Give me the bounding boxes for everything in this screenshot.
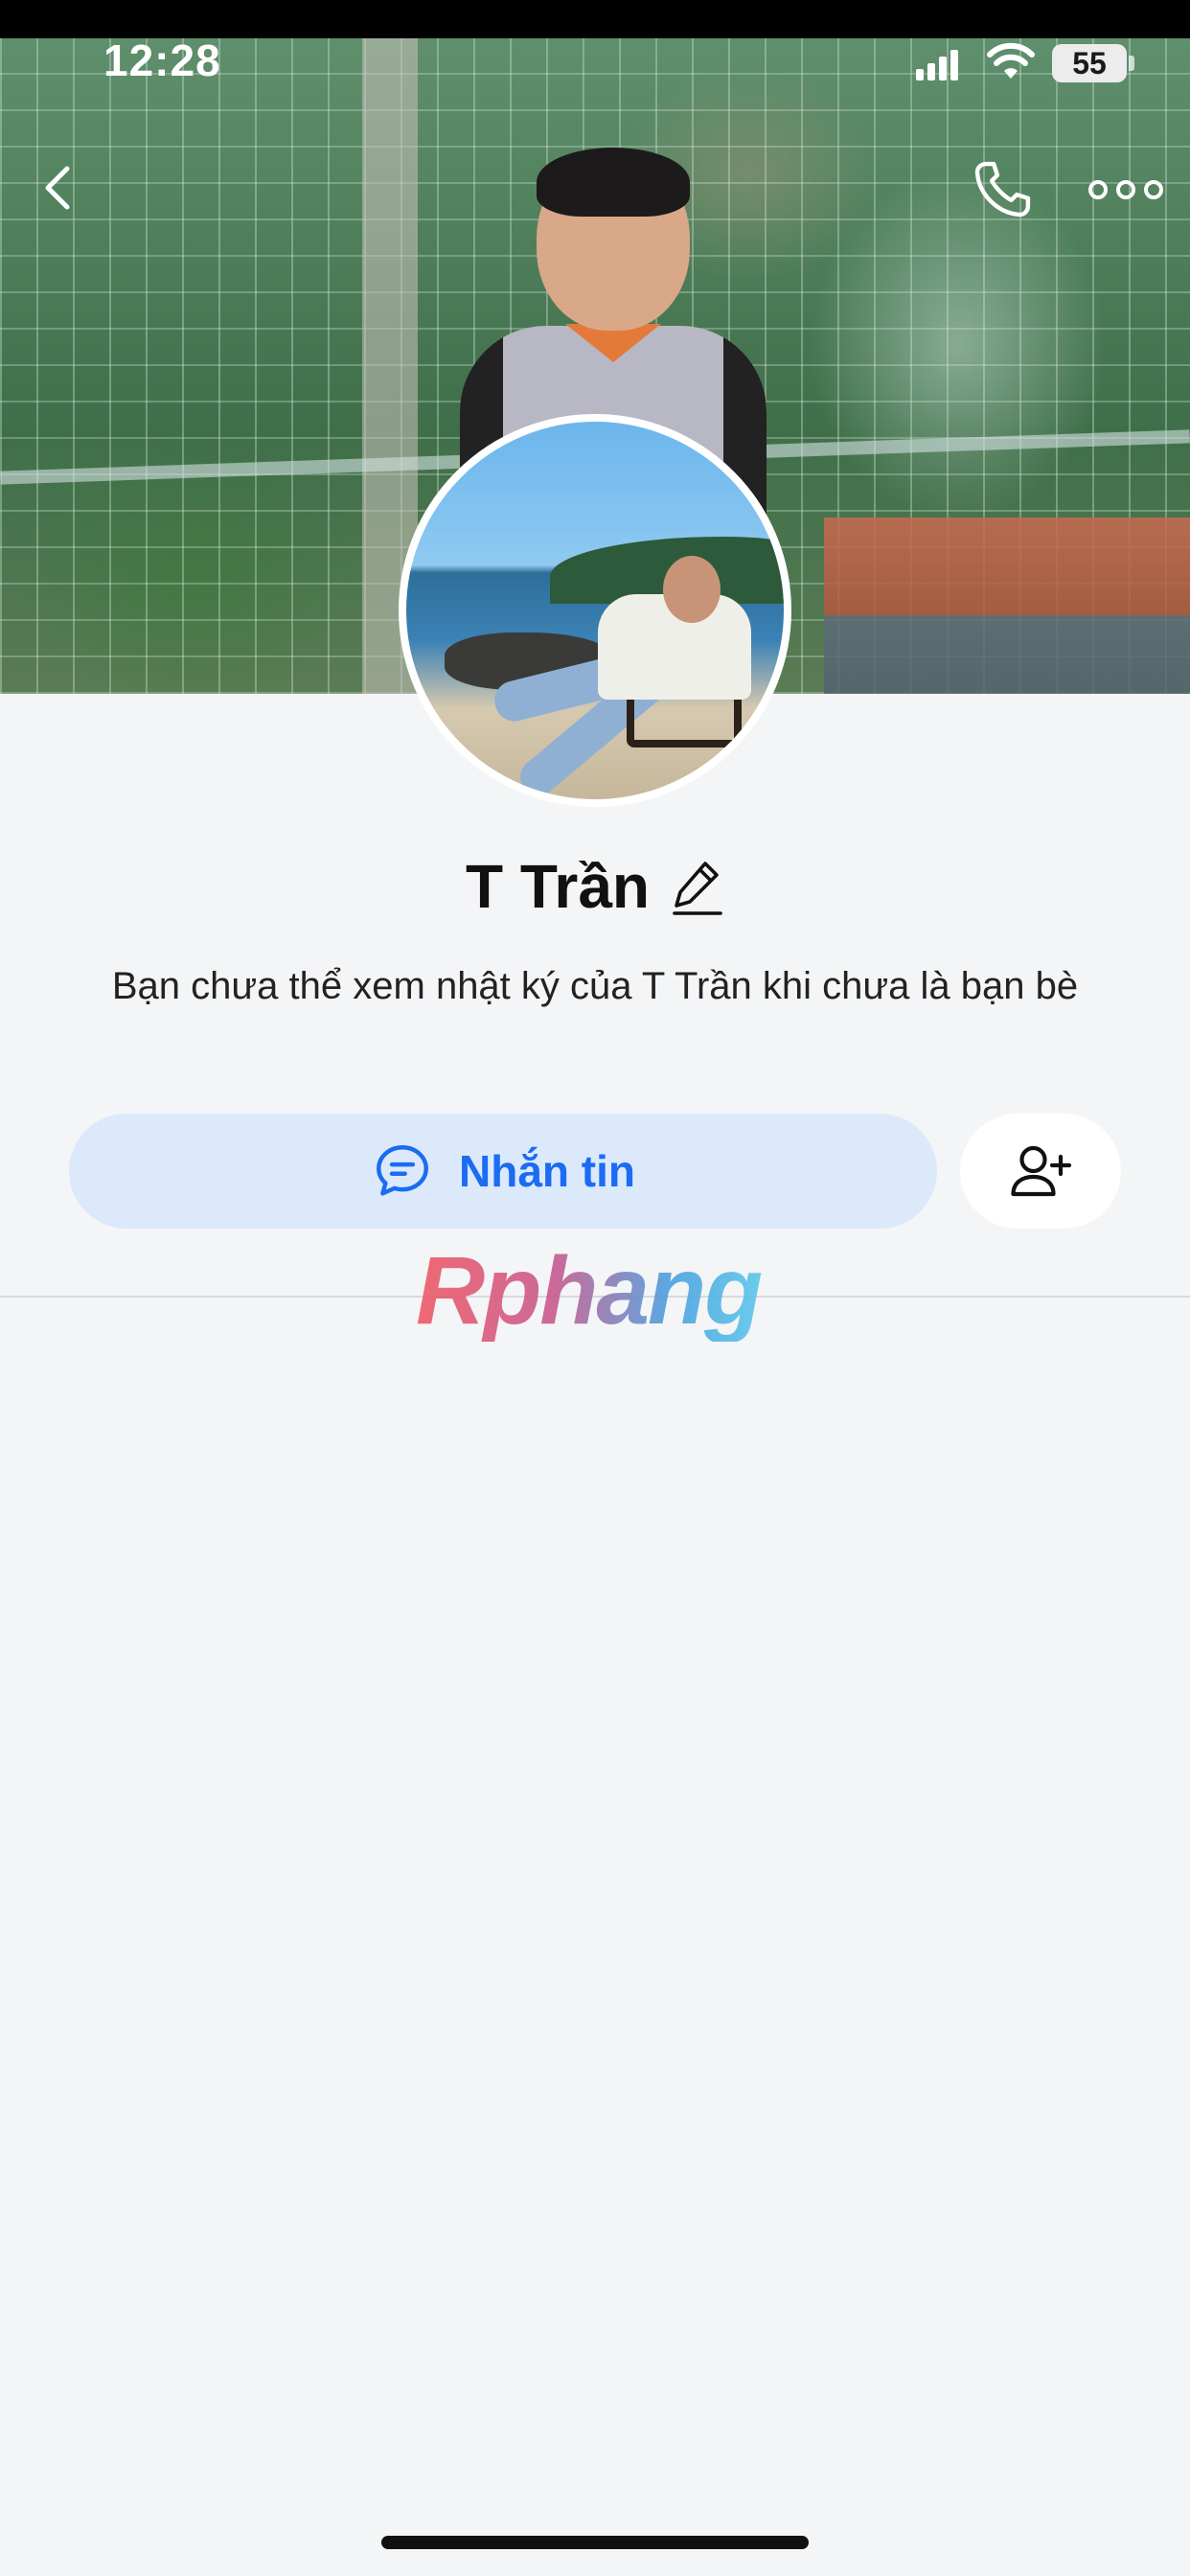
message-button[interactable]: Nhắn tin	[69, 1114, 937, 1229]
cellular-signal-icon	[916, 50, 958, 80]
call-button[interactable]	[966, 153, 1039, 226]
add-friend-button[interactable]	[960, 1114, 1121, 1229]
chat-bubble-icon	[377, 1145, 428, 1196]
chevron-left-icon	[45, 166, 70, 210]
message-button-label: Nhắn tin	[459, 1146, 635, 1196]
phone-icon	[974, 161, 1031, 218]
profile-screen: 12:28 55 T Trần Bạn chưa thể xem nhật ký…	[0, 0, 1190, 2576]
cover-building	[824, 518, 1190, 694]
more-dots-icon	[1088, 180, 1163, 199]
avatar-person-head	[663, 556, 721, 623]
status-bar-background	[0, 0, 1190, 38]
pencil-icon[interactable]	[671, 856, 724, 917]
wifi-icon	[987, 42, 1035, 79]
more-options-button[interactable]	[1083, 161, 1169, 218]
home-indicator[interactable]	[381, 2536, 809, 2549]
add-user-icon	[1011, 1145, 1072, 1197]
status-time: 12:28	[103, 35, 221, 85]
battery-cap	[1129, 56, 1134, 71]
cover-person-hair	[537, 148, 690, 217]
watermark-logo: Rphang	[416, 1236, 780, 1345]
back-button[interactable]	[29, 153, 86, 220]
profile-name-row: T Trần	[0, 843, 1190, 930]
profile-name: T Trần	[465, 852, 651, 921]
avatar[interactable]	[399, 414, 791, 807]
privacy-note: Bạn chưa thể xem nhật ký của T Trần khi …	[111, 965, 1079, 1007]
battery-level: 55	[1072, 46, 1107, 80]
